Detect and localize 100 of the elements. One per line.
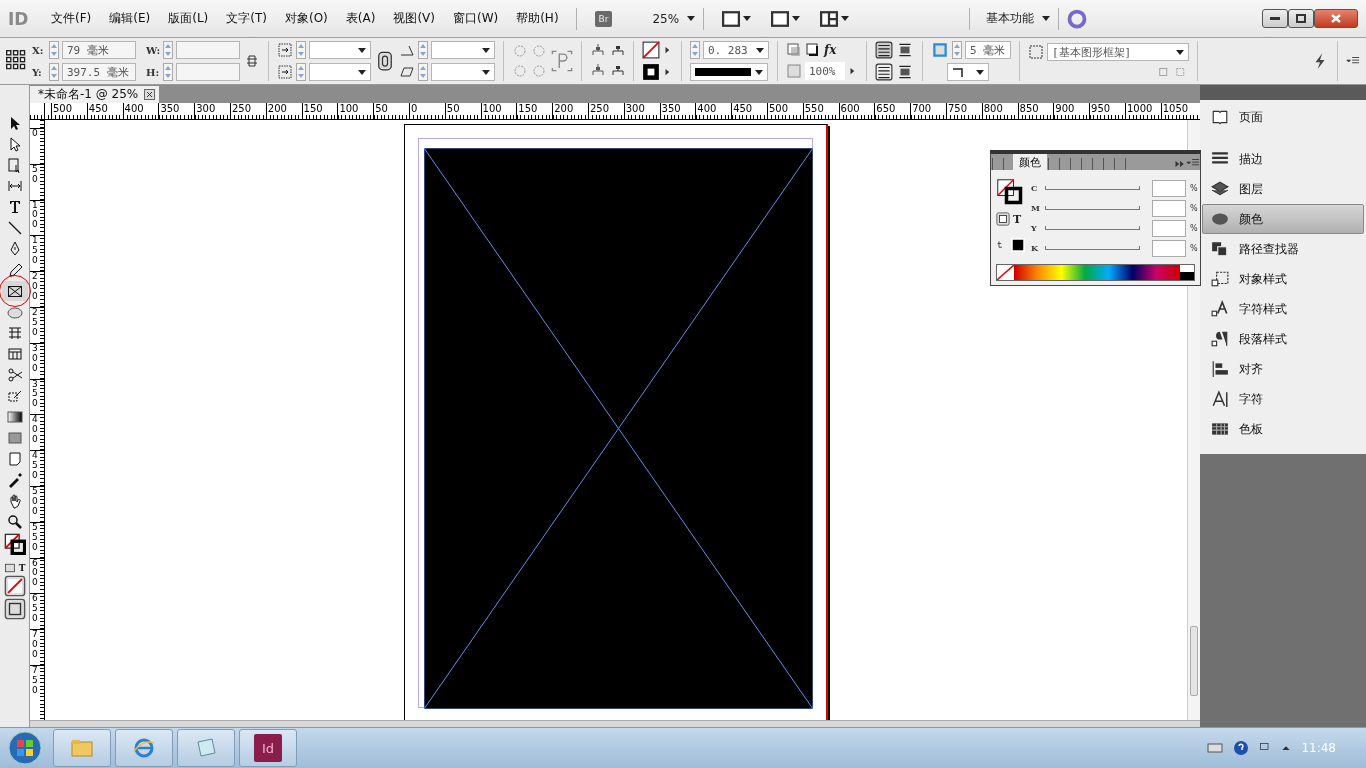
layers-icon[interactable] — [1211, 180, 1229, 198]
screen-mode-icon[interactable] — [3, 598, 26, 620]
character-style-icon[interactable] — [1211, 300, 1229, 318]
fill-none-swatch-icon[interactable] — [642, 41, 660, 59]
menu-item[interactable]: 视图(V) — [384, 10, 444, 27]
input-field[interactable] — [176, 63, 240, 81]
dropdown-field[interactable] — [431, 41, 495, 59]
effects-button[interactable]: fx — [824, 43, 837, 57]
panel-list-item[interactable]: 颜色 — [1202, 204, 1364, 234]
text-toggle[interactable]: T — [1013, 212, 1022, 226]
paragraph-style-icon[interactable] — [1211, 330, 1229, 348]
slider-track[interactable] — [1045, 206, 1140, 210]
menu-item[interactable]: 文字(T) — [217, 10, 276, 27]
constrain-icon[interactable] — [244, 53, 260, 69]
panel-list-item[interactable]: 色板 — [1202, 414, 1364, 444]
character-icon[interactable] — [1211, 390, 1229, 408]
container-icon[interactable] — [996, 212, 1010, 226]
corner-dropdown[interactable] — [947, 63, 989, 81]
panel-list-item[interactable]: 对象样式 — [1202, 264, 1364, 294]
menu-item[interactable]: 版面(L) — [159, 10, 218, 27]
input-field[interactable]: 79 毫米 — [62, 41, 136, 59]
fill-stroke-icon[interactable] — [3, 533, 26, 555]
dropdown-field[interactable] — [309, 41, 371, 59]
input-field[interactable] — [1152, 199, 1186, 217]
color-spectrum[interactable] — [996, 264, 1195, 281]
menu-item[interactable]: 表(A) — [336, 10, 385, 27]
stroke-type-dropdown[interactable] — [690, 63, 768, 81]
opacity-field[interactable]: 100% — [805, 62, 845, 80]
bracket-p-icon[interactable] — [551, 50, 573, 72]
workspace-switcher[interactable]: 基本功能 — [986, 10, 1035, 27]
input-field[interactable] — [1152, 219, 1186, 237]
panel-list-item[interactable]: 页面 — [1202, 102, 1364, 132]
input-field[interactable] — [1152, 239, 1186, 257]
swatches-grid-icon[interactable] — [1211, 420, 1229, 438]
align-icon[interactable] — [1211, 360, 1229, 378]
scale-icon[interactable] — [277, 64, 293, 80]
pages-icon[interactable] — [1211, 108, 1229, 126]
panel-tab[interactable]: 颜色 — [1013, 154, 1047, 170]
keyboard-icon[interactable] — [1207, 740, 1224, 756]
caret-icon — [743, 16, 752, 21]
input-field[interactable] — [1152, 179, 1186, 197]
zoom-level[interactable]: 25% — [652, 11, 680, 26]
text-wrap-icon[interactable] — [896, 41, 914, 59]
fill-stroke-icon[interactable] — [996, 178, 1024, 206]
horizontal-scrollbar[interactable] — [30, 720, 1200, 727]
container-icon[interactable] — [3, 562, 16, 574]
panel-list-item[interactable]: 图层 — [1202, 174, 1364, 204]
view-options-icon[interactable] — [722, 9, 741, 28]
arrange-icon[interactable] — [820, 9, 839, 28]
panel-list-item[interactable]: 字符 — [1202, 384, 1364, 414]
stroke-weight-field[interactable]: 0. 283 — [703, 41, 769, 59]
apply-none-icon[interactable] — [3, 575, 26, 597]
shear-icon[interactable] — [399, 64, 415, 80]
corner-shape-icon — [952, 67, 964, 77]
object-style-icon[interactable] — [1211, 270, 1229, 288]
ruler-label: 100 — [480, 103, 517, 119]
overlapping-squares-icon[interactable] — [1211, 240, 1229, 258]
shadow-box-icon[interactable] — [805, 42, 821, 58]
text-wrap-icon[interactable] — [875, 41, 893, 59]
text-wrap-icon[interactable] — [896, 63, 914, 81]
chain-link-icon[interactable] — [375, 51, 395, 71]
collapse-arrows-icon[interactable] — [1174, 158, 1186, 170]
menu-item[interactable]: 文件(F) — [42, 10, 101, 27]
document-tab[interactable]: *未命名-1 @ 25% — [30, 86, 160, 103]
taskbar-button[interactable]: Id — [239, 729, 297, 767]
text-wrap-icon[interactable] — [875, 63, 893, 81]
input-field[interactable]: 397.5 毫米 — [62, 63, 136, 81]
menu-item[interactable]: 编辑(E) — [100, 10, 160, 27]
panel-list-item[interactable]: 对齐 — [1202, 354, 1364, 384]
scale-icon[interactable] — [277, 42, 293, 58]
object-style-dropdown[interactable]: [基本图形框架] — [1047, 43, 1189, 61]
tool-button[interactable] — [1, 281, 28, 301]
menu-item[interactable]: 对象(O) — [276, 10, 337, 27]
close-button[interactable] — [1314, 9, 1358, 28]
panel-list-item[interactable]: 路径查找器 — [1202, 234, 1364, 264]
frame-corners-icon[interactable] — [931, 41, 949, 59]
stroke-swatch-icon[interactable] — [642, 63, 660, 81]
menu-item[interactable]: 帮助(H) — [507, 10, 568, 27]
slider-track[interactable] — [1045, 246, 1140, 250]
taskbar-button[interactable] — [115, 729, 173, 767]
help-icon[interactable] — [1233, 740, 1250, 756]
text-toggle[interactable]: T — [18, 563, 26, 573]
bridge-button[interactable]: Br — [594, 10, 613, 27]
slider-track[interactable] — [1045, 186, 1140, 190]
reference-point-icon[interactable] — [6, 50, 28, 72]
dropdown-field[interactable] — [431, 63, 495, 81]
menu-item[interactable]: 窗口(W) — [443, 10, 508, 27]
minimize-button[interactable] — [1262, 9, 1288, 28]
offset-field[interactable]: 5 毫米 — [965, 41, 1011, 59]
panel-list-item[interactable]: 段落样式 — [1202, 324, 1364, 354]
screen-mode-icon[interactable] — [771, 9, 790, 28]
maximize-button[interactable] — [1288, 9, 1314, 28]
text-fill-swatch-icon[interactable] — [1011, 238, 1025, 252]
close-icon[interactable] — [144, 89, 156, 100]
dropdown-field[interactable] — [309, 63, 371, 81]
slider-track[interactable] — [1045, 226, 1140, 230]
panel-list-item[interactable]: 描边 — [1202, 144, 1364, 174]
ring-icon[interactable] — [1067, 8, 1088, 29]
panel-list-item[interactable]: 字符样式 — [1202, 294, 1364, 324]
input-field[interactable] — [176, 41, 240, 59]
